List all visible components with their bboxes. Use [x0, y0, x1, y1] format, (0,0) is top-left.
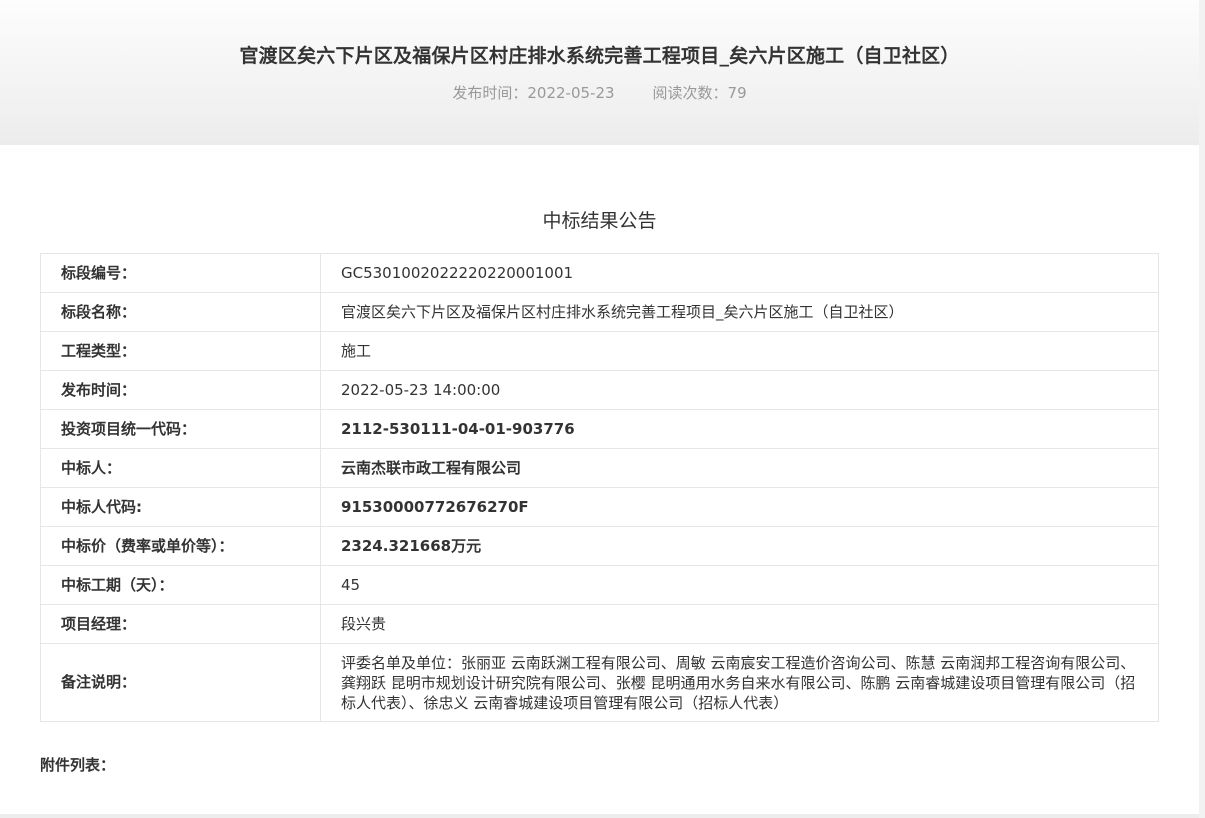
row-value-section-name: 官渡区矣六下片区及福保片区村庄排水系统完善工程项目_矣六片区施工（自卫社区） [320, 292, 1159, 332]
read-count: 阅读次数：79 [652, 84, 747, 102]
table-row: 项目经理： 段兴贵 [40, 604, 1159, 644]
attachments-label: 附件列表： [40, 756, 116, 774]
row-value-investment-code: 2112-530111-04-01-903776 [320, 409, 1159, 449]
table-row: 标段编号： GC5301002022220220001001 [40, 253, 1159, 293]
notice-table: 标段编号： GC5301002022220220001001 标段名称： 官渡区… [40, 253, 1159, 722]
row-value-winner-code: 91530000772676270F [320, 487, 1159, 527]
article-header: 官渡区矣六下片区及福保片区村庄排水系统完善工程项目_矣六片区施工（自卫社区） 发… [0, 0, 1199, 145]
table-row: 备注说明： 评委名单及单位：张丽亚 云南跃渊工程有限公司、周敏 云南宸安工程造价… [40, 643, 1159, 722]
page: 官渡区矣六下片区及福保片区村庄排水系统完善工程项目_矣六片区施工（自卫社区） 发… [0, 0, 1199, 818]
row-label-section-code: 标段编号： [40, 253, 321, 293]
row-value-duration: 45 [320, 565, 1159, 605]
row-label-publish-time: 发布时间： [40, 370, 321, 410]
table-row: 投资项目统一代码： 2112-530111-04-01-903776 [40, 409, 1159, 449]
row-value-publish-time: 2022-05-23 14:00:00 [320, 370, 1159, 410]
row-value-winner: 云南杰联市政工程有限公司 [320, 448, 1159, 488]
row-label-winning-price: 中标价（费率或单价等）： [40, 526, 321, 566]
row-value-project-manager: 段兴贵 [320, 604, 1159, 644]
bottom-edge [0, 814, 1199, 818]
row-label-winner-code: 中标人代码: [40, 487, 321, 527]
row-label-duration: 中标工期（天）： [40, 565, 321, 605]
article-meta: 发布时间：2022-05-23 阅读次数：79 [0, 82, 1199, 104]
row-label-project-manager: 项目经理： [40, 604, 321, 644]
table-row: 工程类型： 施工 [40, 331, 1159, 371]
row-value-section-code: GC5301002022220220001001 [320, 253, 1159, 293]
table-row: 中标价（费率或单价等）： 2324.321668万元 [40, 526, 1159, 566]
notice-heading: 中标结果公告 [542, 210, 657, 232]
row-value-project-type: 施工 [320, 331, 1159, 371]
row-label-project-type: 工程类型： [40, 331, 321, 371]
table-row: 标段名称： 官渡区矣六下片区及福保片区村庄排水系统完善工程项目_矣六片区施工（自… [40, 292, 1159, 332]
table-row: 中标工期（天）： 45 [40, 565, 1159, 605]
article-body: 中标结果公告 标段编号： GC5301002022220220001001 标段… [0, 207, 1199, 775]
row-label-investment-code: 投资项目统一代码： [40, 409, 321, 449]
table-row: 发布时间： 2022-05-23 14:00:00 [40, 370, 1159, 410]
article-title: 官渡区矣六下片区及福保片区村庄排水系统完善工程项目_矣六片区施工（自卫社区） [239, 45, 960, 67]
row-value-winning-price: 2324.321668万元 [320, 526, 1159, 566]
table-row: 中标人： 云南杰联市政工程有限公司 [40, 448, 1159, 488]
row-value-remarks: 评委名单及单位：张丽亚 云南跃渊工程有限公司、周敏 云南宸安工程造价咨询公司、陈… [320, 643, 1159, 722]
publish-time: 发布时间：2022-05-23 [452, 84, 615, 102]
row-label-section-name: 标段名称： [40, 292, 321, 332]
table-row: 中标人代码: 91530000772676270F [40, 487, 1159, 527]
row-label-remarks: 备注说明： [40, 643, 321, 722]
row-label-winner: 中标人： [40, 448, 321, 488]
